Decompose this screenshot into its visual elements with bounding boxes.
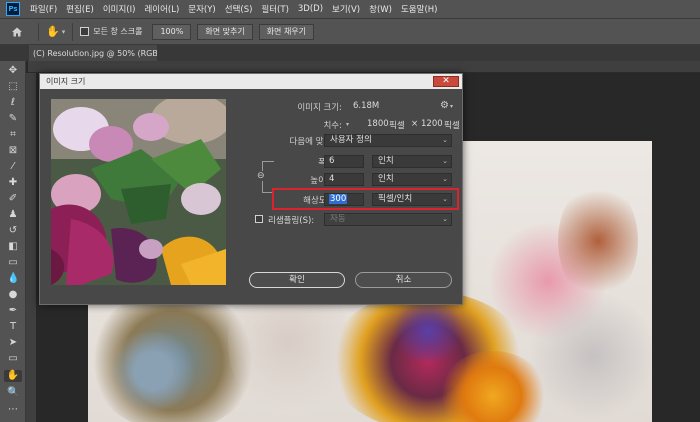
menu-image[interactable]: 이미지(I) xyxy=(103,3,136,15)
tools-panel: ✥ ⬚ ℓ ✎ ⌗ ⊠ ⁄ ✚ ✐ ♟ ↺ ◧ ▭ 💧 ● ✒ T ➤ ▭ ✋ … xyxy=(0,61,26,422)
chevron-down-icon: ⌄ xyxy=(442,175,448,183)
type-tool-icon[interactable]: T xyxy=(7,321,19,333)
document-tab[interactable]: (C) Resolution.jpg @ 50% (RGB/8) xyxy=(29,45,157,61)
healing-brush-tool-icon[interactable]: ✚ xyxy=(7,177,19,189)
chevron-down-icon: ⌄ xyxy=(442,136,448,144)
fill-screen-button[interactable]: 화면 채우기 xyxy=(258,23,315,40)
menu-select[interactable]: 선택(S) xyxy=(225,3,253,15)
more-tools-icon[interactable]: ⋯ xyxy=(7,404,19,416)
image-preview[interactable] xyxy=(51,99,226,285)
tool-preset-chevron-icon[interactable]: ▾ xyxy=(62,28,66,36)
eraser-tool-icon[interactable]: ◧ xyxy=(7,241,19,253)
image-size-value: 6.18M xyxy=(353,101,380,111)
resample-value: 자동 xyxy=(330,214,346,224)
move-tool-icon[interactable]: ✥ xyxy=(7,65,19,77)
menu-file[interactable]: 파일(F) xyxy=(30,3,57,15)
all-windows-scroll-checkbox[interactable] xyxy=(80,27,90,36)
width-unit-select[interactable]: 인치 ⌄ xyxy=(372,155,452,168)
stamp-tool-icon[interactable]: ♟ xyxy=(7,209,19,221)
menu-layer[interactable]: 레이어(L) xyxy=(144,3,179,15)
menu-view[interactable]: 보기(V) xyxy=(332,3,360,15)
zoom-tool-icon[interactable]: 🔍 xyxy=(7,387,19,399)
resample-checkbox[interactable] xyxy=(255,215,263,223)
zoom-100-button[interactable]: 100% xyxy=(152,23,192,40)
close-icon[interactable]: ✕ xyxy=(433,76,459,87)
ok-button[interactable]: 확인 xyxy=(249,272,345,288)
hand-tool-icon[interactable]: ✋ xyxy=(46,25,60,38)
fit-screen-button[interactable]: 화면 맞추기 xyxy=(197,23,253,40)
width-unit-value: 인치 xyxy=(378,156,394,166)
hand-tool-icon[interactable]: ✋ xyxy=(4,370,22,382)
brush-tool-icon[interactable]: ✐ xyxy=(7,193,19,205)
resample-label: 리샘플링(S): xyxy=(268,216,315,226)
gear-icon[interactable]: ⚙ xyxy=(440,100,449,111)
rectangle-tool-icon[interactable]: ▭ xyxy=(7,353,19,365)
gradient-tool-icon[interactable]: ▭ xyxy=(7,257,19,269)
home-icon[interactable] xyxy=(11,26,23,38)
image-size-dialog: 이미지 크기 ✕ 이미지 크기: 6.18M ⚙ ▾ 치수: ▾ 1800 픽셀… xyxy=(39,73,463,305)
separator xyxy=(38,22,39,41)
dimensions-width-value: 1800 xyxy=(367,119,389,129)
resolution-unit-select[interactable]: 픽셀/인치 ⌄ xyxy=(372,193,452,206)
image-size-label: 이미지 크기: xyxy=(297,103,342,113)
separator xyxy=(72,22,74,41)
resolution-unit-value: 픽셀/인치 xyxy=(378,194,413,204)
eyedropper-tool-icon[interactable]: ⁄ xyxy=(7,161,19,173)
menu-bar: Ps 파일(F) 편집(E) 이미지(I) 레이어(L) 문자(Y) 선택(S)… xyxy=(0,0,700,19)
marquee-tool-icon[interactable]: ⬚ xyxy=(7,81,19,93)
pen-tool-icon[interactable]: ✒ xyxy=(7,305,19,317)
blur-tool-icon[interactable]: 💧 xyxy=(7,273,19,285)
crop-tool-icon[interactable]: ⌗ xyxy=(7,129,19,141)
dimensions-width-unit: 픽셀 xyxy=(389,121,405,131)
dodge-tool-icon[interactable]: ● xyxy=(7,289,19,301)
dimensions-height-unit: 픽셀 xyxy=(444,121,460,131)
dimensions-height-value: 1200 xyxy=(421,119,443,129)
height-unit-select[interactable]: 인치 ⌄ xyxy=(372,173,452,186)
chevron-down-icon: ⌄ xyxy=(442,215,448,223)
flower-preview-image xyxy=(51,99,226,285)
history-brush-tool-icon[interactable]: ↺ xyxy=(7,225,19,237)
menu-filter[interactable]: 필터(T) xyxy=(261,3,288,15)
menu-edit[interactable]: 편집(E) xyxy=(66,3,94,15)
height-input[interactable]: 4 xyxy=(324,173,364,186)
quick-select-tool-icon[interactable]: ✎ xyxy=(7,113,19,125)
frame-tool-icon[interactable]: ⊠ xyxy=(7,145,19,157)
fit-to-select[interactable]: 사용자 정의 ⌄ xyxy=(324,134,452,147)
chevron-down-icon: ⌄ xyxy=(442,195,448,203)
path-select-tool-icon[interactable]: ➤ xyxy=(7,337,19,349)
resolution-value: 300 xyxy=(329,194,348,204)
resolution-input[interactable]: 300 xyxy=(324,193,364,206)
options-bar: ✋ ▾ 모든 창 스크롤 100% 화면 맞추기 화면 채우기 xyxy=(0,19,700,45)
height-unit-value: 인치 xyxy=(378,174,394,184)
menu-help[interactable]: 도움말(H) xyxy=(401,3,437,15)
cancel-button[interactable]: 취소 xyxy=(355,272,452,288)
dimensions-chevron-icon[interactable]: ▾ xyxy=(346,121,349,128)
dialog-title-bar[interactable]: 이미지 크기 ✕ xyxy=(40,74,462,89)
menu-type[interactable]: 문자(Y) xyxy=(188,3,215,15)
dimensions-label: 치수: xyxy=(323,121,342,131)
chevron-down-icon: ⌄ xyxy=(442,157,448,165)
fit-to-value: 사용자 정의 xyxy=(330,135,372,145)
horizontal-ruler[interactable] xyxy=(28,61,700,73)
all-windows-scroll-label: 모든 창 스크롤 xyxy=(93,27,143,36)
menu-3d[interactable]: 3D(D) xyxy=(298,4,323,14)
document-tab-bar: (C) Resolution.jpg @ 50% (RGB/8) xyxy=(0,45,700,61)
photoshop-logo: Ps xyxy=(6,2,20,16)
resample-select[interactable]: 자동 ⌄ xyxy=(324,213,452,226)
vertical-ruler[interactable] xyxy=(26,73,36,422)
dimensions-times: × xyxy=(411,119,419,129)
width-input[interactable]: 6 xyxy=(324,155,364,168)
menu-window[interactable]: 창(W) xyxy=(369,3,392,15)
dialog-title: 이미지 크기 xyxy=(46,77,86,86)
lasso-tool-icon[interactable]: ℓ xyxy=(7,97,19,109)
gear-chevron-icon[interactable]: ▾ xyxy=(450,103,453,110)
